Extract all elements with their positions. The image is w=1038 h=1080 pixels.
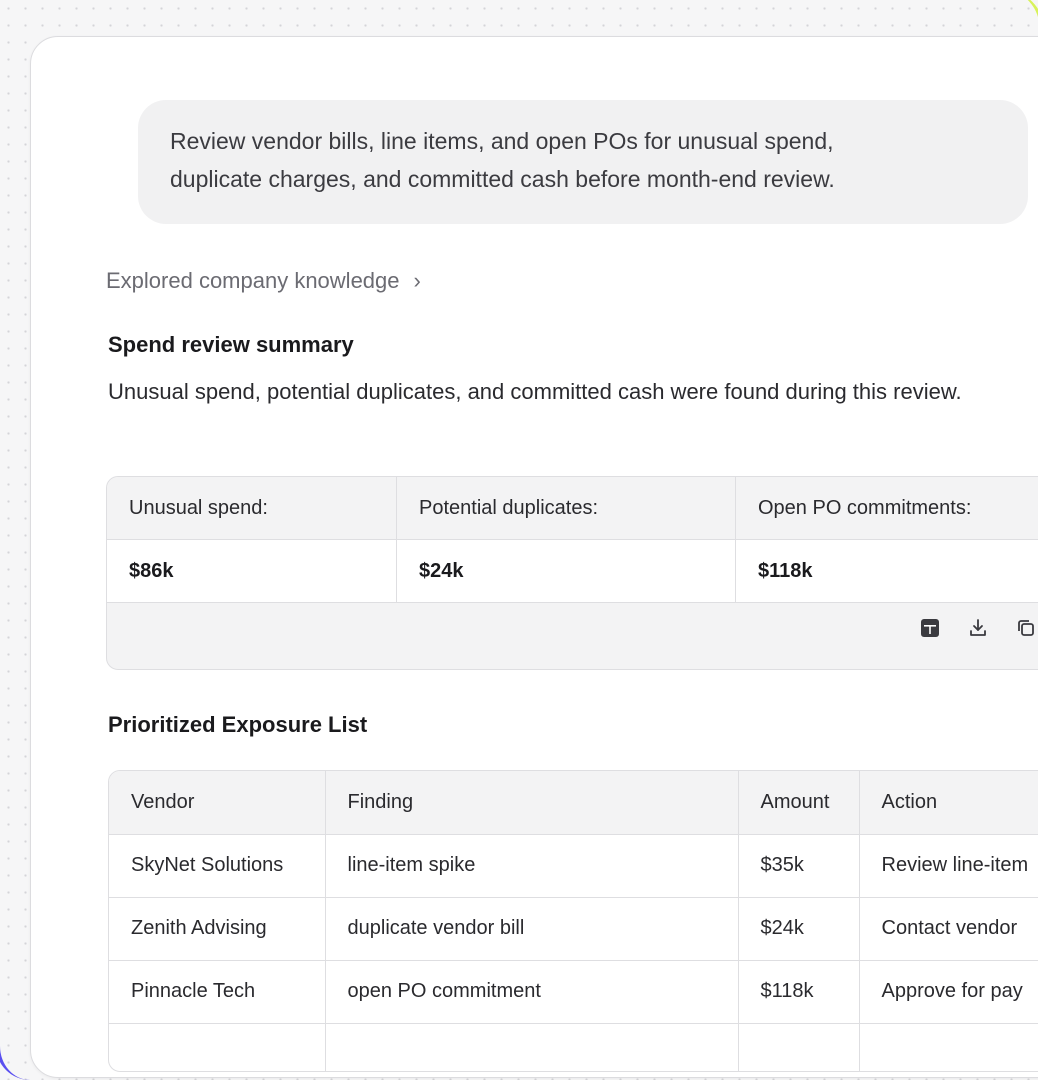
accent-border-left (0, 940, 30, 1080)
exposure-table-card: Vendor Finding Amount Action SkyNet Solu… (108, 770, 1038, 1072)
cell-action: Contact vendor (859, 897, 1038, 961)
column-header-action: Action (859, 771, 1038, 835)
user-prompt-bubble: Review vendor bills, line items, and ope… (138, 100, 1028, 224)
table-row: SkyNet Solutions line-item spike $35k Re… (109, 834, 1038, 898)
cell-finding: line-item spike (325, 834, 739, 898)
table-row: Pinnacle Tech open PO commitment $118k A… (109, 960, 1038, 1024)
cell-amount: $118k (738, 960, 860, 1024)
exposure-table: Vendor Finding Amount Action SkyNet Solu… (109, 771, 1038, 1071)
download-icon[interactable] (967, 617, 989, 639)
summary-metrics-card: Unusual spend: Potential duplicates: Ope… (106, 476, 1038, 670)
cell-action: Approve for pay (859, 960, 1038, 1024)
cell-action (859, 1023, 1038, 1071)
cell-finding (325, 1023, 739, 1071)
copy-icon[interactable] (1015, 617, 1037, 639)
cell-vendor: Pinnacle Tech (109, 960, 326, 1024)
summary-title: Spend review summary (108, 332, 354, 357)
metric-label-duplicates: Potential duplicates: (397, 477, 736, 539)
cell-finding: open PO commitment (325, 960, 739, 1024)
cell-vendor (109, 1023, 326, 1071)
cell-amount (738, 1023, 860, 1071)
metric-value-unusual: $86k (107, 540, 397, 602)
exposure-header-row: Vendor Finding Amount Action (109, 771, 1038, 835)
column-header-vendor: Vendor (109, 771, 326, 835)
cell-vendor: SkyNet Solutions (109, 834, 326, 898)
cell-amount: $35k (738, 834, 860, 898)
column-header-amount: Amount (738, 771, 860, 835)
metric-value-open-po: $118k (758, 559, 813, 582)
column-header-finding: Finding (325, 771, 739, 835)
prompt-line-2: duplicate charges, and committed cash be… (170, 166, 835, 192)
summary-text: Unusual spend, potential duplicates, and… (108, 379, 962, 404)
metric-value-duplicates: $24k (397, 540, 736, 602)
metrics-header-row: Unusual spend: Potential duplicates: Ope… (107, 477, 1038, 540)
cell-vendor: Zenith Advising (109, 897, 326, 961)
table-row: Zenith Advising duplicate vendor bill $2… (109, 897, 1038, 961)
metric-label-open-po: Open PO commitments: (758, 496, 972, 519)
prompt-line-1: Review vendor bills, line items, and ope… (170, 128, 834, 154)
exposure-list-title: Prioritized Exposure List (108, 712, 368, 737)
explored-label: Explored company knowledge (106, 268, 400, 293)
table-toolbar (919, 617, 1037, 639)
cell-amount: $24k (738, 897, 860, 961)
metrics-value-row: $86k $24k $118k (107, 540, 1038, 603)
chevron-right-icon: › (413, 268, 421, 293)
explored-knowledge-toggle[interactable]: Explored company knowledge › (106, 268, 421, 294)
table-row (109, 1023, 1038, 1071)
cell-finding: duplicate vendor bill (325, 897, 739, 961)
cell-action: Review line-item (859, 834, 1038, 898)
metric-label-unusual: Unusual spend: (107, 477, 397, 539)
table-icon[interactable] (919, 617, 941, 639)
